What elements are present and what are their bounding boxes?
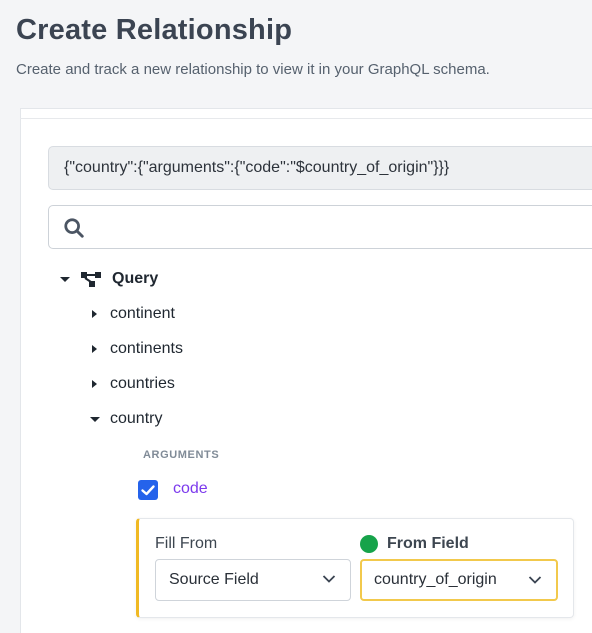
tree-item-label: continent [110,305,175,322]
from-field-label: From Field [387,535,469,552]
fill-from-value: Source Field [169,571,259,588]
caret-down-icon[interactable] [88,412,102,426]
tree-item-continent[interactable]: continent [88,305,175,323]
tree-item-label: countries [110,375,175,392]
from-field-select[interactable]: country_of_origin [360,559,558,601]
caret-right-icon[interactable] [88,342,102,356]
schema-tree-icon [81,272,101,287]
checkmark-icon [141,485,155,496]
search-input[interactable] [48,205,592,249]
tree-item-label: continents [110,340,183,357]
tree-item-country[interactable]: country [88,410,162,428]
argument-checkbox[interactable] [138,480,158,500]
arguments-heading: ARGUMENTS [143,449,220,461]
tree-root-label: Query [112,270,159,287]
chevron-down-icon [528,576,542,584]
caret-down-icon[interactable] [58,272,72,286]
page-subtitle: Create and track a new relationship to v… [16,61,490,78]
fill-from-select[interactable]: Source Field [155,559,351,601]
argument-label[interactable]: code [173,480,208,498]
caret-right-icon[interactable] [88,377,102,391]
tree-item-label: country [110,410,163,427]
query-preview: {"country":{"arguments":{"code":"$countr… [48,146,592,190]
search-icon [64,218,84,238]
panel-divider [20,118,592,119]
chevron-down-icon [322,575,336,583]
tree-root-query[interactable]: Query [58,270,158,288]
from-field-value: country_of_origin [374,571,497,588]
page-title: Create Relationship [16,14,293,46]
tree-item-countries[interactable]: countries [88,375,175,393]
fill-from-label: Fill From [155,535,218,552]
status-dot-icon [360,535,378,553]
caret-right-icon[interactable] [88,307,102,321]
tree-item-continents[interactable]: continents [88,340,183,358]
